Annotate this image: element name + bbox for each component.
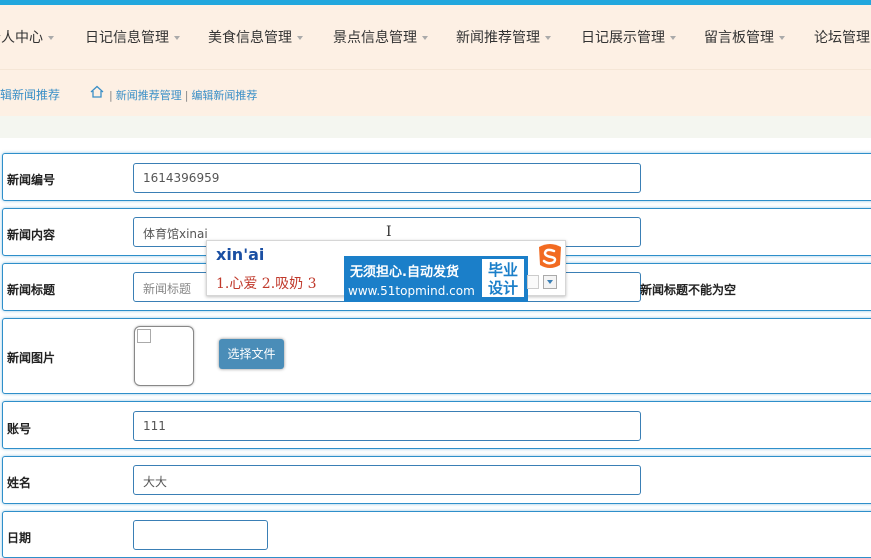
- nav-label: 新闻推荐管理: [456, 30, 540, 46]
- form-row-name: 姓名 大大: [2, 456, 871, 504]
- image-preview: [134, 326, 194, 386]
- ad-line1: 无须担心.自动发货: [350, 265, 459, 280]
- news-title-placeholder: 新闻标题: [143, 282, 192, 296]
- nav-label: 日记信息管理: [85, 30, 169, 46]
- breadcrumb-separator: |: [109, 89, 113, 102]
- nav-label: 美食信息管理: [208, 30, 292, 46]
- date-input[interactable]: [133, 520, 268, 550]
- chevron-down-icon: [779, 36, 785, 40]
- broken-image-icon: [137, 329, 151, 343]
- breadcrumb-link-news[interactable]: 新闻推荐管理: [116, 89, 182, 102]
- name-input[interactable]: 大大: [133, 465, 641, 495]
- choose-file-button[interactable]: 选择文件: [219, 339, 284, 369]
- ad-line2: www.51topmind.com: [348, 284, 475, 298]
- nav-item-diary-display[interactable]: 日记展示管理: [581, 27, 676, 47]
- page-title: 编辑新闻推荐: [0, 88, 61, 102]
- ime-pinyin: xin'ai: [216, 245, 265, 264]
- nav-label: 论坛管理: [814, 30, 870, 46]
- nav-item-news-recommend[interactable]: 新闻推荐管理: [456, 27, 551, 47]
- form-row-date: 日期: [2, 511, 871, 558]
- news-title-error: 新闻标题不能为空: [640, 283, 737, 297]
- form-row-news-image: 新闻图片 选择文件: [2, 318, 871, 394]
- news-id-input[interactable]: 1614396959: [133, 163, 641, 193]
- ime-candidate-popup: xin'ai 1.心爱 2.吸奶 3 无须担心.自动发货 www.51topmi…: [206, 240, 566, 302]
- form-row-account: 账号 111: [2, 401, 871, 449]
- main-nav: 个人中心 日记信息管理 美食信息管理 景点信息管理 新闻推荐管理 日记展示管理 …: [0, 5, 871, 69]
- nav-item-forum[interactable]: 论坛管理: [814, 27, 870, 47]
- sogou-s-icon: [539, 244, 561, 268]
- nav-item-scenic-info[interactable]: 景点信息管理: [333, 27, 428, 47]
- field-label: 新闻标题: [7, 283, 56, 297]
- form-row-news-id: 新闻编号 1614396959: [2, 153, 871, 201]
- nav-label: 日记展示管理: [581, 30, 665, 46]
- field-label: 新闻编号: [7, 173, 56, 187]
- home-icon[interactable]: [90, 85, 104, 98]
- chevron-down-icon: [670, 36, 676, 40]
- field-label: 姓名: [7, 476, 32, 490]
- nav-item-food-info[interactable]: 美食信息管理: [208, 27, 303, 47]
- chevron-down-icon: [422, 36, 428, 40]
- breadcrumb-separator: |: [184, 89, 189, 102]
- field-label: 新闻内容: [7, 228, 56, 242]
- nav-label: 留言板管理: [704, 30, 774, 46]
- nav-item-diary-info[interactable]: 日记信息管理: [85, 27, 180, 47]
- ime-ad-banner[interactable]: 无须担心.自动发货 www.51topmind.com 毕业设计: [344, 256, 528, 302]
- ad-tag-text: 毕业设计: [487, 261, 518, 297]
- field-label: 账号: [7, 422, 32, 436]
- ime-page-next-icon[interactable]: [543, 275, 557, 289]
- chevron-down-icon: [48, 36, 54, 40]
- breadcrumb: | 新闻推荐管理 | 编辑新闻推荐: [106, 87, 257, 103]
- account-input[interactable]: 111: [133, 411, 641, 441]
- breadcrumb-bar: 编辑新闻推荐 |新闻推荐管理|编辑新闻推荐: [0, 69, 871, 116]
- ime-candidate-list[interactable]: 1.心爱 2.吸奶 3: [216, 276, 317, 292]
- nav-item-message-board[interactable]: 留言板管理: [704, 27, 785, 47]
- chevron-down-icon: [174, 36, 180, 40]
- spacer-strip: [0, 116, 871, 138]
- text-cursor-icon: I: [386, 224, 392, 240]
- chevron-down-icon: [297, 36, 303, 40]
- ad-tag: 毕业设计: [481, 258, 525, 298]
- ime-candidates[interactable]: 1.心爱 2.吸奶 3: [216, 273, 317, 293]
- ime-page-prev-icon[interactable]: [527, 275, 539, 289]
- nav-label: 景点信息管理: [333, 30, 417, 46]
- chevron-down-icon: [545, 36, 551, 40]
- nav-label: 个人中心: [0, 30, 43, 46]
- field-label: 新闻图片: [7, 351, 56, 365]
- nav-item-personal-center[interactable]: 个人中心: [0, 27, 54, 47]
- field-label: 日期: [7, 531, 32, 545]
- breadcrumb-current: 编辑新闻推荐: [191, 89, 258, 102]
